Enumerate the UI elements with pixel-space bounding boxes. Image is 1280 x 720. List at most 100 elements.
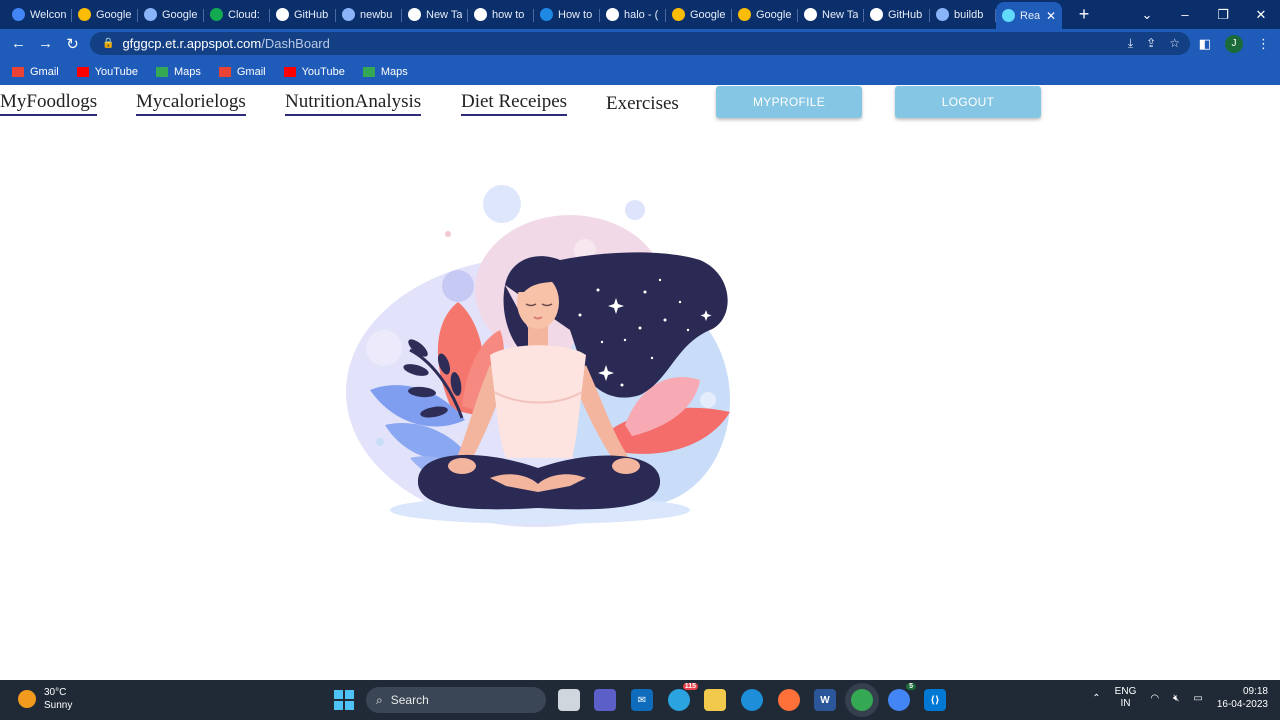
- nav-nutrition-analysis[interactable]: NutritionAnalysis: [285, 91, 422, 116]
- firefox-icon[interactable]: [778, 689, 800, 711]
- browser-tab[interactable]: newbu: [336, 3, 402, 27]
- battery-icon[interactable]: ▭: [1193, 693, 1202, 704]
- weather-widget[interactable]: 30°C Sunny: [18, 686, 72, 712]
- weather-temp: 30°C: [44, 687, 67, 698]
- side-panel-icon[interactable]: ◧: [1199, 36, 1211, 52]
- browser-tab[interactable]: Google: [138, 3, 204, 27]
- edge-icon[interactable]: [741, 689, 763, 711]
- lang-top: ENG: [1114, 686, 1137, 697]
- taskbar-search[interactable]: ⌕ Search: [366, 687, 546, 713]
- bookmark-label: Maps: [380, 65, 408, 78]
- myprofile-button[interactable]: MYPROFILE: [716, 86, 862, 118]
- telegram-icon[interactable]: 115: [668, 683, 698, 711]
- taskbar-search-label: Search: [390, 693, 429, 707]
- tab-label: Welcon: [30, 8, 66, 21]
- bookmarks-bar: Gmail YouTube Maps Gmail YouTube Maps: [0, 58, 1280, 85]
- browser-tab[interactable]: Google: [732, 3, 798, 27]
- maximize-button[interactable]: ❐: [1204, 7, 1242, 23]
- bookmark-item[interactable]: Gmail: [12, 66, 59, 78]
- google-icon: [474, 8, 487, 21]
- profile-avatar[interactable]: J: [1225, 34, 1243, 53]
- chrome-icon: [408, 8, 421, 21]
- youtube-icon: [76, 66, 89, 77]
- folder-icon[interactable]: [704, 689, 726, 711]
- tab-label: New Ta: [426, 8, 462, 21]
- start-button[interactable]: [334, 690, 354, 710]
- chrome-active-icon[interactable]: [851, 689, 873, 711]
- gmail-icon: [12, 66, 24, 77]
- tab-label: Google: [162, 8, 198, 21]
- word-icon[interactable]: W: [814, 689, 836, 711]
- install-icon[interactable]: ⤓: [1128, 36, 1133, 51]
- nav-myfoodlogs[interactable]: MyFoodlogs: [0, 91, 98, 116]
- board-icon: [936, 8, 949, 21]
- forward-button[interactable]: →: [32, 35, 59, 52]
- close-tab-icon[interactable]: ✕: [1046, 9, 1056, 23]
- reload-button[interactable]: ↻: [59, 35, 86, 53]
- browser-tab[interactable]: how to: [468, 3, 534, 27]
- browser-tab[interactable]: How to: [534, 3, 600, 27]
- chrome-profile-icon[interactable]: 5: [888, 683, 916, 711]
- tab-label: How to: [558, 8, 593, 21]
- url-bar[interactable]: 🔒 gfggcp.et.r.appspot.com/DashBoard ⤓ ⇪ …: [90, 32, 1190, 55]
- mail-icon[interactable]: ✉: [631, 689, 653, 711]
- new-tab-button[interactable]: +: [1074, 4, 1094, 25]
- bookmark-item[interactable]: Maps: [362, 65, 408, 78]
- browser-tab[interactable]: GitHub: [864, 3, 930, 27]
- bookmark-item[interactable]: YouTube: [283, 66, 345, 78]
- maps-icon: [155, 66, 168, 77]
- meditation-illustration: [346, 185, 730, 527]
- menu-kebab-icon[interactable]: ⋮: [1257, 36, 1270, 52]
- language-indicator[interactable]: ENG IN: [1115, 686, 1137, 710]
- browser-tab[interactable]: buildb: [930, 3, 996, 27]
- drive-icon: [12, 8, 25, 21]
- bookmark-item[interactable]: YouTube: [76, 66, 138, 78]
- file-explorer-icon[interactable]: [558, 689, 580, 711]
- clock[interactable]: 09:18 16-04-2023: [1217, 685, 1268, 711]
- tab-search-icon[interactable]: ⌄: [1128, 7, 1166, 23]
- vscode-icon[interactable]: ⟨⟩: [924, 689, 946, 711]
- tab-label: Google: [96, 8, 132, 21]
- logout-button[interactable]: LOGOUT: [895, 86, 1041, 118]
- bookmark-star-icon[interactable]: ☆: [1169, 36, 1180, 51]
- youtube-icon: [283, 66, 296, 77]
- browser-tab[interactable]: Rea ✕: [996, 2, 1062, 29]
- back-button[interactable]: ←: [5, 35, 32, 52]
- browser-tab-strip: Welcon Google Google Cloud: GitHub newbu New T…: [0, 0, 1280, 29]
- tab-label: Google: [690, 8, 726, 21]
- browser-tab[interactable]: Google: [666, 3, 732, 27]
- browser-tab[interactable]: Google: [72, 3, 138, 27]
- window-controls: ⌄ – ❐ ✕: [1128, 0, 1280, 29]
- bookmark-item[interactable]: Gmail: [218, 65, 266, 78]
- browser-tab[interactable]: GitHub: [270, 3, 336, 27]
- teams-chat-icon[interactable]: [594, 689, 616, 711]
- browser-tab[interactable]: Cloud:: [204, 3, 270, 27]
- bookmark-item[interactable]: Maps: [155, 65, 201, 78]
- minimize-button[interactable]: –: [1166, 7, 1204, 22]
- google-cloud-icon: [738, 8, 751, 21]
- volume-muted-icon[interactable]: 🔇︎: [1173, 693, 1179, 704]
- tab-label: GitHub: [294, 8, 329, 21]
- nav-mycalorielogs[interactable]: Mycalorielogs: [136, 91, 246, 116]
- sunny-weather-icon: [18, 690, 36, 708]
- lock-icon: 🔒: [102, 38, 115, 49]
- chrome-icon: [804, 8, 817, 21]
- nav-diet-receipes[interactable]: Diet Receipes: [461, 91, 568, 116]
- browser-tab[interactable]: halo - (: [600, 3, 666, 27]
- chevron-up-icon[interactable]: ⌃: [1092, 693, 1100, 704]
- tab-label: Rea: [1020, 9, 1041, 22]
- url-host: gfggcp.et.r.appspot.com: [122, 36, 262, 51]
- close-window-button[interactable]: ✕: [1242, 7, 1280, 23]
- bookmark-label: Gmail: [236, 65, 266, 78]
- browser-tab[interactable]: New Ta: [798, 3, 864, 27]
- bookmark-label: Maps: [173, 65, 201, 78]
- github-icon: [870, 8, 883, 21]
- wifi-icon[interactable]: ◠: [1150, 693, 1159, 704]
- share-icon[interactable]: ⇪: [1146, 36, 1156, 51]
- browser-tab[interactable]: New Ta: [402, 3, 468, 27]
- tab-label: newbu: [360, 8, 393, 21]
- nav-exercises[interactable]: Exercises: [606, 93, 679, 115]
- browser-tab[interactable]: Welcon: [6, 3, 72, 27]
- maps-icon: [362, 66, 375, 77]
- mongodb-icon: [210, 8, 223, 21]
